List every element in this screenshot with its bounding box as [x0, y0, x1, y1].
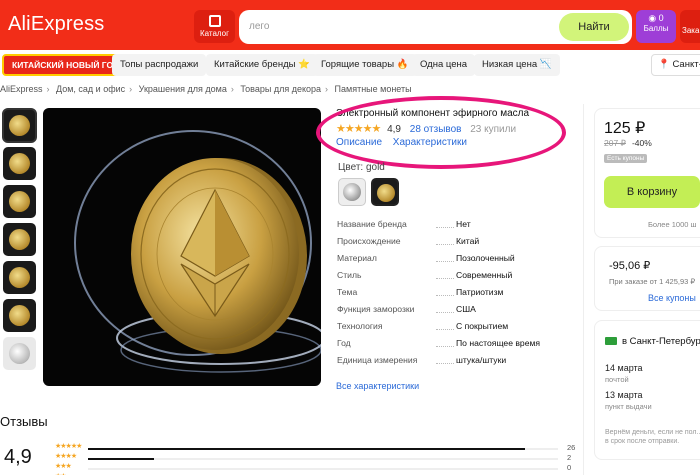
book-icon	[208, 15, 221, 27]
search-input[interactable]: лего Найти	[239, 10, 632, 44]
bonus-button[interactable]: ◉ 0 Баллы	[636, 10, 676, 43]
refund-note: Вернём деньги, если не пол... в срок пос…	[605, 429, 700, 445]
coupon-condition: При заказе от 1 425,93 ₽	[609, 277, 696, 286]
breadcrumb-item[interactable]: Памятные монеты	[335, 84, 412, 94]
old-price: 207 ₽ -40%	[604, 138, 652, 148]
catalog-label: Каталог	[199, 29, 230, 38]
thumbnail[interactable]	[3, 185, 36, 218]
reviews-link[interactable]: 28 отзывов	[410, 124, 462, 135]
catalog-button[interactable]: Каталог	[194, 10, 235, 43]
all-coupons-link[interactable]: Все купоны	[648, 293, 696, 303]
thumbnail[interactable]	[3, 223, 36, 256]
rating-bar-stars: ★★★★	[55, 453, 77, 460]
delivery-date-pickup: 13 марта	[605, 390, 643, 400]
specs-table: Название бренда Нет Происхождение Китай Ма…	[336, 219, 566, 372]
thumbnail-list	[2, 108, 37, 375]
city-selector[interactable]: 📍 Санкт-	[651, 54, 700, 76]
spec-row: Происхождение Китай	[337, 236, 480, 246]
rating-bar-fill	[88, 458, 154, 460]
delivery-city[interactable]: в Санкт-Петербург	[622, 336, 700, 347]
spec-row: Материал Позолоченный	[337, 253, 515, 263]
thumbnail[interactable]	[3, 337, 36, 370]
add-to-cart-button[interactable]: В корзину	[604, 176, 700, 208]
rating-bar-stars: ★★★★★	[55, 443, 82, 450]
thumbnail[interactable]	[3, 147, 36, 180]
spec-row: Единица измерения штука/штуки	[337, 355, 507, 365]
product-title: Электронный компонент эфирного масла	[336, 108, 530, 119]
aliexpress-logo[interactable]: AliExpress	[8, 13, 104, 36]
rating-bar-count: 0	[567, 463, 572, 472]
search-value: лего	[249, 21, 270, 32]
bonus-count: ◉ 0	[648, 13, 664, 23]
promo-chinese-new-year[interactable]: КИТАЙСКИЙ НОВЫЙ ГОД	[2, 54, 130, 76]
promo-low-price[interactable]: Низкая цена 📉	[474, 54, 560, 76]
product-image[interactable]	[43, 108, 321, 386]
rating-row: ★★★★★ 4,9 28 отзывов 23 купили	[336, 122, 516, 135]
thumbnail[interactable]	[2, 108, 37, 143]
breadcrumb-item[interactable]: Товары для декора	[240, 84, 321, 94]
thumbnail[interactable]	[3, 261, 36, 294]
coupon-amount: -95,06 ₽	[609, 260, 651, 272]
rating-bar-track	[88, 468, 558, 470]
overall-rating: 4,9	[4, 446, 32, 468]
rating-bar-row[interactable]: ★★★★★ 26	[55, 443, 580, 454]
spec-row: Тема Патриотизм	[337, 287, 504, 297]
color-label: Цвет: gold	[338, 162, 385, 173]
tab-specs[interactable]: Характеристики	[393, 137, 467, 148]
variant-silver[interactable]	[338, 178, 366, 206]
delivery-method-post: почтой	[605, 375, 629, 384]
rating-value: 4,9	[387, 124, 401, 135]
search-button[interactable]: Найти	[559, 13, 629, 41]
header-bar: AliExpress Каталог лего Найти ◉ 0 Баллы …	[0, 0, 700, 50]
breadcrumb-item[interactable]: Дом, сад и офис	[56, 84, 125, 94]
orders-button[interactable]: Зака	[680, 10, 700, 43]
rating-stars: ★★★★★	[336, 123, 381, 135]
promo-chinese-brands[interactable]: Китайские бренды ⭐	[206, 54, 318, 76]
spec-row: Функция заморозки США	[337, 304, 476, 314]
rating-bar-count: 26	[567, 443, 576, 452]
rating-bar-row[interactable]: ★★★ 0	[55, 463, 580, 474]
promo-top-sales[interactable]: Топы распродажи	[112, 54, 207, 76]
rating-bar-track	[88, 458, 558, 460]
promo-hot-items[interactable]: Горящие товары 🔥	[313, 54, 417, 76]
coin-illustration	[74, 130, 321, 373]
sold-count: Более 1000 ш	[648, 220, 697, 229]
variant-gold[interactable]	[371, 178, 399, 206]
rating-bar-count: 2	[567, 453, 572, 462]
coupon-badge: Есть купоны	[604, 154, 648, 163]
spec-row: Год По настоящее время	[337, 338, 541, 348]
divider	[583, 104, 584, 475]
thumbnail[interactable]	[3, 299, 36, 332]
all-specs-link[interactable]: Все характеристики	[336, 381, 419, 391]
rating-bar-track	[88, 448, 558, 450]
delivery-method-pickup: пункт выдачи	[605, 402, 652, 411]
tab-description[interactable]: Описание	[336, 137, 382, 148]
spec-row: Название бренда Нет	[337, 219, 471, 229]
bought-count: 23 купили	[470, 124, 517, 135]
truck-icon	[605, 337, 617, 345]
breadcrumb-item[interactable]: AliExpress	[0, 84, 43, 94]
orders-label: Зака	[682, 26, 700, 35]
rating-bar-row[interactable]: ★★★★ 2	[55, 453, 580, 464]
rating-bar-stars: ★★★	[55, 463, 72, 470]
product-tabs: Описание Характеристики	[336, 137, 475, 148]
bonus-label: Баллы	[643, 24, 669, 33]
price: 125 ₽	[604, 120, 646, 137]
delivery-date-post: 14 марта	[605, 363, 643, 373]
spec-row: Технология С покрытием	[337, 321, 509, 331]
reviews-title: Отзывы	[0, 414, 48, 429]
promo-one-price[interactable]: Одна цена	[412, 54, 476, 76]
rating-distribution: ★★★★★26★★★★2★★★0★★0	[55, 443, 580, 475]
rating-bar-fill	[88, 448, 526, 450]
breadcrumb: AliExpress › Дом, сад и офис › Украшения д…	[0, 84, 412, 94]
breadcrumb-item[interactable]: Украшения для дома	[139, 84, 227, 94]
spec-row: Стиль Современный	[337, 270, 513, 280]
